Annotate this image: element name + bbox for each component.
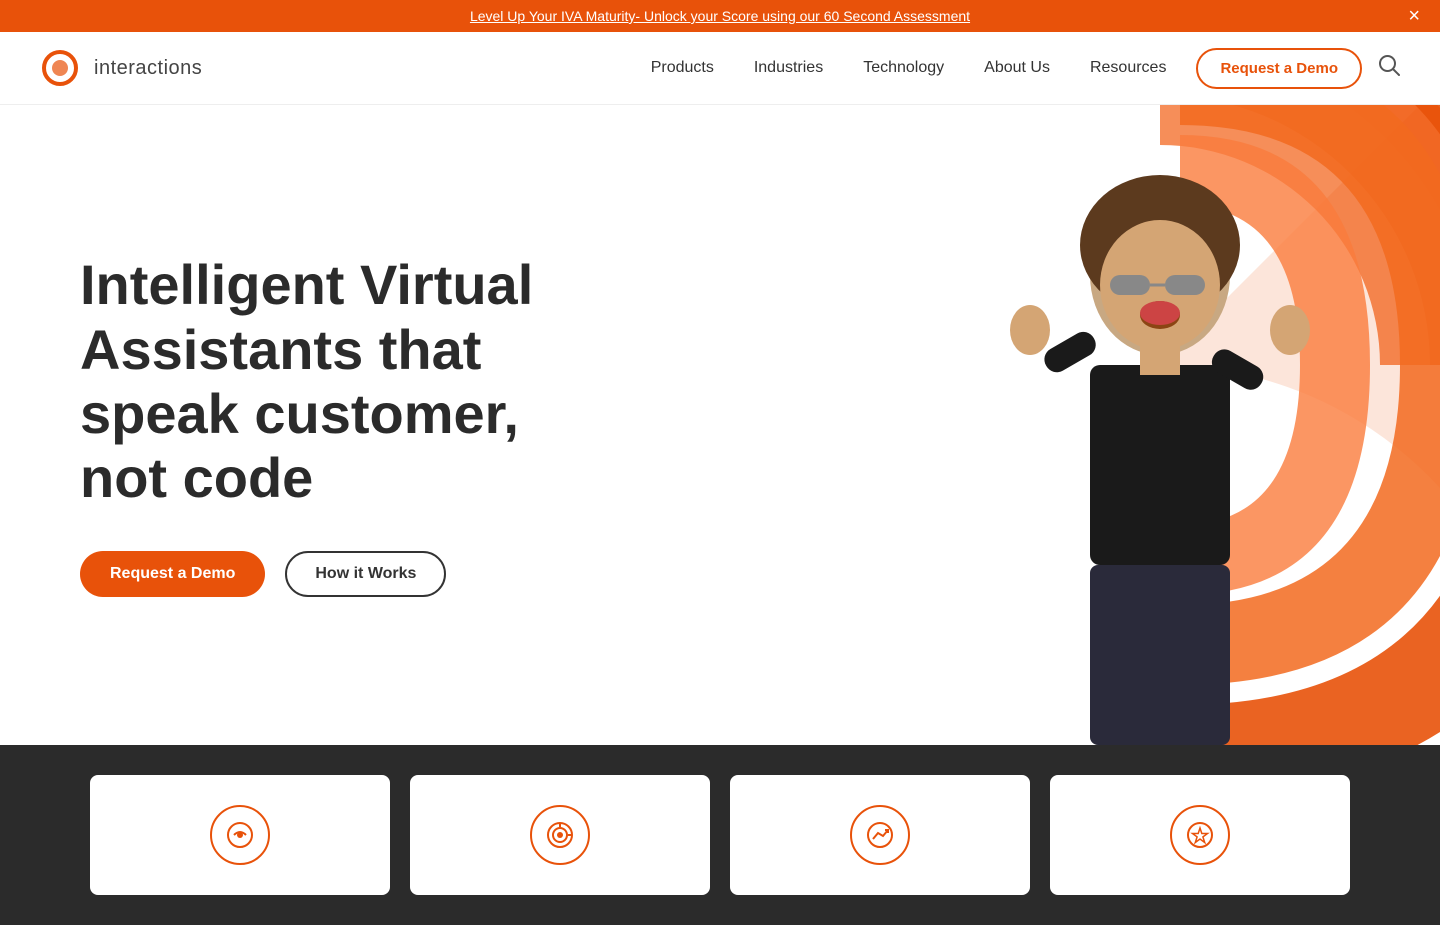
card-4-icon (1170, 805, 1230, 865)
hero-request-demo-button[interactable]: Request a Demo (80, 551, 265, 597)
hero-title: Intelligent Virtual Assistants that spea… (80, 253, 620, 511)
nav-item-about[interactable]: About Us (984, 59, 1050, 77)
card-1-icon (210, 805, 270, 865)
card-3 (730, 775, 1030, 895)
hero-content: Intelligent Virtual Assistants that spea… (0, 173, 620, 677)
hero-section: Intelligent Virtual Assistants that spea… (0, 105, 1440, 745)
card-2 (410, 775, 710, 895)
hero-buttons: Request a Demo How it Works (80, 551, 620, 597)
hero-how-it-works-button[interactable]: How it Works (285, 551, 446, 597)
card-1 (90, 775, 390, 895)
search-icon (1378, 54, 1400, 76)
search-button[interactable] (1378, 54, 1400, 82)
navbar-request-demo-button[interactable]: Request a Demo (1196, 48, 1362, 89)
banner-close-button[interactable]: × (1408, 6, 1420, 26)
hero-image-area (648, 105, 1440, 745)
star-icon (1186, 821, 1214, 849)
navbar: interactions Products Industries Technol… (0, 32, 1440, 105)
bottom-cards-section (0, 745, 1440, 925)
nav-item-resources[interactable]: Resources (1090, 59, 1166, 77)
card-4 (1050, 775, 1350, 895)
card-3-icon (850, 805, 910, 865)
hero-person-illustration (940, 145, 1380, 745)
nav-item-products[interactable]: Products (651, 59, 714, 77)
logo-text: interactions (94, 57, 202, 80)
card-2-icon (530, 805, 590, 865)
growth-icon (866, 821, 894, 849)
banner-link[interactable]: Level Up Your IVA Maturity- Unlock your … (470, 8, 970, 24)
nav-item-industries[interactable]: Industries (754, 59, 823, 77)
logo-icon (40, 44, 88, 92)
top-banner: Level Up Your IVA Maturity- Unlock your … (0, 0, 1440, 32)
chat-icon (226, 821, 254, 849)
target-icon (546, 821, 574, 849)
nav-links: Products Industries Technology About Us … (651, 59, 1167, 77)
nav-item-technology[interactable]: Technology (863, 59, 944, 77)
logo-link[interactable]: interactions (40, 44, 220, 92)
